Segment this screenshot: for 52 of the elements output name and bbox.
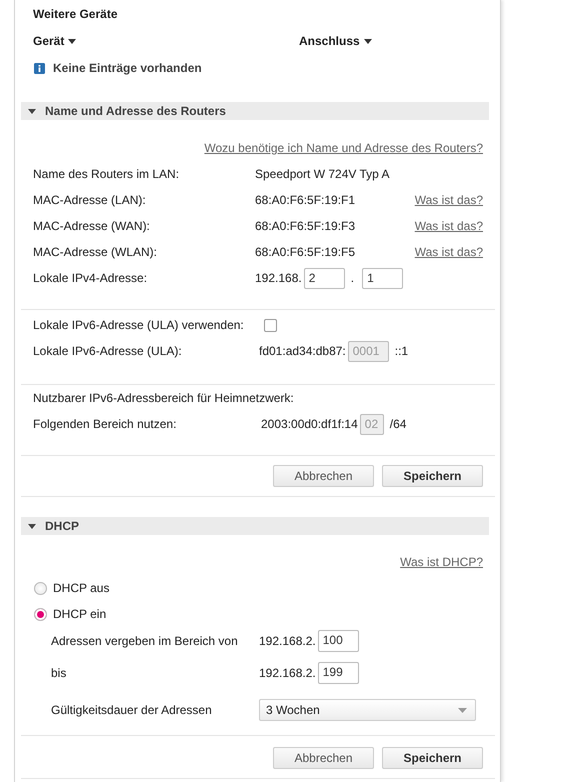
field-label: Folgenden Bereich nutzen: [33,417,178,431]
section-header[interactable]: Name und Adresse des Routers [21,102,489,120]
field-label: MAC-Adresse (WAN): [33,219,151,233]
dropdown[interactable]: 3 Wochen [259,699,476,721]
caret-icon [458,708,467,712]
field-label: MAC-Adresse (LAN): [33,193,147,207]
field-value: 68:A0:F6:5F:19:F5 [255,245,356,259]
field-label: Lokale IPv6-Adresse (ULA): [33,344,183,358]
field-label: Name des Routers im LAN: [33,167,180,181]
radio-option[interactable]: DHCP ein [21,601,495,627]
field-label: Gültigkeitsdauer der Adressen [51,703,213,717]
caret-icon [68,38,76,44]
info-icon [34,62,45,74]
radio-button[interactable] [34,608,47,620]
radio-option[interactable]: DHCP aus [21,575,495,601]
separator: . [350,271,354,285]
column-header[interactable]: Gerät [33,34,299,48]
info-link[interactable]: Was ist das? [414,193,483,207]
cancel-button[interactable]: Abbrechen [273,747,374,769]
input-field[interactable]: 100 [318,630,359,652]
section-header[interactable]: DHCP [21,517,489,535]
column-header[interactable]: Anschluss [299,34,372,48]
field-label: bis [51,666,68,680]
help-link[interactable]: Was ist DHCP? [400,555,483,575]
field-label: Lokale IPv4-Adresse: [33,271,148,285]
section-title: Weitere Geräte [32,6,118,23]
empty-message: Keine Einträge vorhanden [53,61,202,75]
info-link[interactable]: Was ist das? [414,245,483,259]
input-field[interactable]: 2 [304,268,345,288]
field-value: 68:A0:F6:5F:19:F3 [255,219,356,233]
address-prefix: 192.168. [255,271,302,285]
help-link[interactable]: Wozu benötige ich Name und Adresse des Routers? [204,141,483,161]
field-label: Adressen vergeben im Bereich von [51,634,239,648]
address-prefix: fd01:ad34:db87: [259,344,346,358]
save-button[interactable]: Speichern [382,465,483,487]
save-button[interactable]: Speichern [382,747,483,769]
radio-button[interactable] [34,582,47,594]
field-value: Speedport W 724V Typ A [255,167,391,181]
field-heading: Nutzbarer IPv6-Adressbereich für Heimnetzwerk: [33,391,294,405]
caret-icon [364,38,372,44]
address-prefix: 2003:00d0:df1f:14 [261,417,358,431]
input-field[interactable]: 199 [318,662,359,684]
address-prefix: 192.168.2. [259,666,316,680]
address-suffix: /64 [390,417,406,431]
cancel-button[interactable]: Abbrechen [273,465,374,487]
info-link[interactable]: Was ist das? [414,219,483,233]
field-value: 68:A0:F6:5F:19:F1 [255,193,356,207]
field-label: MAC-Adresse (WLAN): [33,245,158,259]
input-field[interactable]: 1 [362,268,404,288]
address-prefix: 192.168.2. [259,634,316,648]
checkbox-label: Lokale IPv6-Adresse (ULA) verwenden: [33,318,245,332]
address-suffix: ::1 [394,344,408,358]
